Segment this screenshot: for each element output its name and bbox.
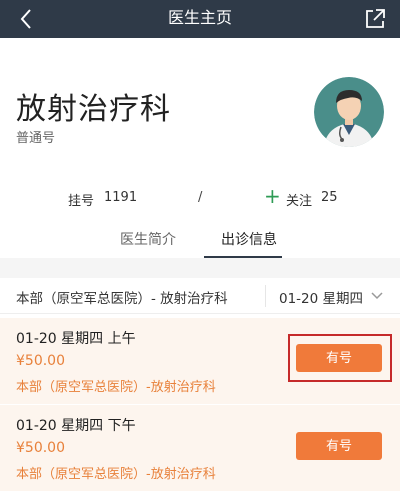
chevron-down-icon[interactable] [370, 288, 384, 302]
book-button[interactable]: 有号 [296, 344, 382, 372]
hospital-filter[interactable]: 本部（原空军总医院）- 放射治疗科 [16, 287, 228, 307]
follow-button[interactable]: 关注 [286, 190, 312, 209]
slot-location: 本部（原空军总医院）-放射治疗科 [16, 380, 216, 395]
doctor-card: 放射治疗科 普通号 [0, 38, 400, 208]
filter-divider [265, 285, 266, 307]
tab-schedule-info[interactable]: 出诊信息 [221, 229, 277, 257]
page-title: 医生主页 [167, 8, 232, 27]
schedule-slot: 01-20 星期四 上午 ¥50.00 本部（原空军总医院）-放射治疗科 有号 [0, 318, 400, 404]
slot-time: 01-20 星期四 上午 [16, 331, 136, 347]
share-icon[interactable] [362, 6, 388, 32]
schedule-filter: 本部（原空军总医院）- 放射治疗科 01-20 星期四 [0, 278, 400, 314]
registration-count: 1191 [104, 190, 138, 205]
tab-doctor-intro[interactable]: 医生简介 [120, 229, 176, 257]
slot-time: 01-20 星期四 下午 [16, 418, 136, 434]
registration-label: 挂号 [68, 194, 95, 209]
doctor-avatar-icon [314, 77, 384, 147]
schedule-slot: 01-20 星期四 下午 ¥50.00 本部（原空军总医院）-放射治疗科 有号 [0, 405, 400, 491]
book-button[interactable]: 有号 [296, 432, 382, 460]
slot-location: 本部（原空军总医院）-放射治疗科 [16, 467, 216, 482]
stats-separator: / [198, 190, 203, 205]
plus-icon[interactable]: + [264, 186, 281, 206]
department-name: 放射治疗科 [16, 92, 171, 127]
follow-count: 25 [321, 190, 338, 205]
section-gap [0, 258, 400, 278]
slot-price: ¥50.00 [16, 440, 65, 456]
stats-row: 挂号 1191 / + 关注 25 [0, 186, 400, 210]
doctor-type: 普通号 [16, 131, 56, 146]
tab-bar: 医生简介 出诊信息 [0, 222, 400, 258]
date-filter[interactable]: 01-20 星期四 [279, 287, 363, 307]
navbar: 医生主页 [0, 0, 400, 38]
slot-price: ¥50.00 [16, 353, 65, 369]
